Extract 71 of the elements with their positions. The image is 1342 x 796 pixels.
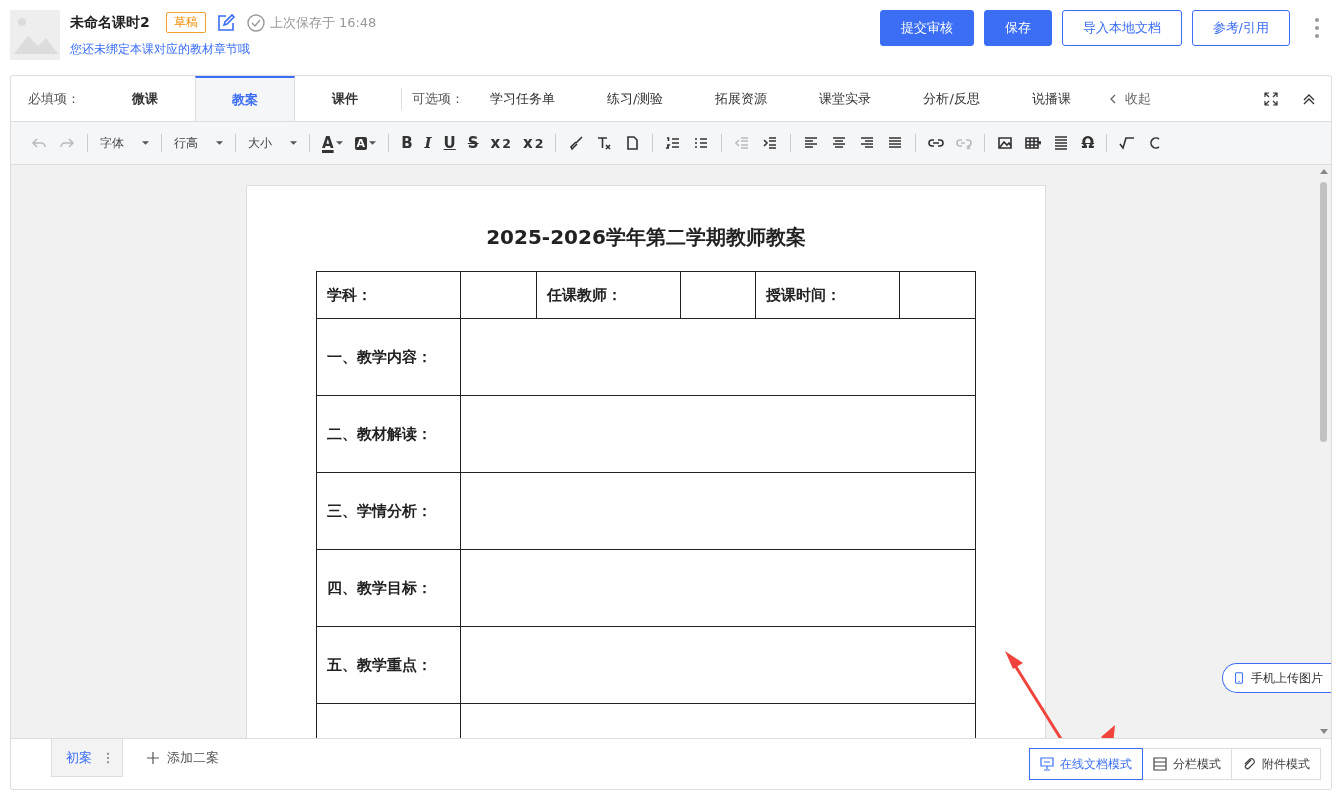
scroll-up-icon[interactable] (1319, 169, 1328, 174)
collapse-button[interactable]: 收起 (1100, 76, 1157, 121)
phone-icon (1233, 672, 1245, 684)
table-cell: 五、教学重点： (316, 626, 461, 704)
lesson-title: 未命名课时2 (70, 13, 150, 32)
font-color-button[interactable]: A (316, 134, 349, 152)
paperclip-icon (1242, 757, 1256, 771)
format-button[interactable]: Ω (1075, 134, 1101, 152)
rows-icon (1153, 757, 1167, 771)
highlight-letter: A (354, 136, 368, 150)
table-cell: 学科： (316, 271, 461, 319)
table-cell: 任课教师： (536, 271, 681, 319)
thumbnail-image (10, 10, 60, 60)
document-title: 2025-2026学年第二学期教师教案 (486, 224, 806, 251)
toolbar-dropdown[interactable]: 大小 (242, 134, 303, 152)
table-cell: 三、学情分析： (316, 472, 461, 550)
status-badge: 草稿 (165, 12, 206, 33)
justify-icon[interactable] (887, 135, 904, 151)
upload-button[interactable]: 手机上传图片 (1222, 663, 1331, 693)
more-icon (106, 751, 110, 764)
header-button[interactable]: 保存 (983, 10, 1052, 46)
tab[interactable]: 教案 (195, 76, 295, 121)
mode-button[interactable]: 附件模式 (1231, 748, 1321, 780)
mode-button[interactable]: 在线文档模式 (1029, 748, 1143, 780)
align-left-icon[interactable] (803, 135, 820, 151)
chapter-link[interactable]: 您还未绑定本课对应的教材章节哦 (70, 41, 377, 58)
format-button[interactable]: B (395, 134, 419, 152)
scroll-down-icon[interactable] (1319, 729, 1328, 734)
plus-icon (147, 752, 159, 764)
caret-icon (335, 141, 343, 145)
indent-icon[interactable] (762, 135, 779, 151)
edit-icon[interactable] (215, 12, 236, 33)
add-plan-button[interactable]: 添加二案 (123, 739, 219, 789)
table-icon[interactable] (1025, 135, 1042, 151)
format-button[interactable]: U (437, 134, 462, 152)
image-icon[interactable] (997, 135, 1014, 151)
page-icon[interactable] (624, 135, 641, 151)
optional-label: 可选项： (412, 89, 464, 108)
table-cell: 授课时间： (755, 271, 900, 319)
plan-tab[interactable]: 初案 (51, 739, 123, 777)
more-icon[interactable] (1314, 17, 1320, 39)
caret-icon (369, 141, 377, 145)
caret-icon (290, 141, 297, 145)
header-button[interactable]: 参考/引用 (1191, 10, 1290, 46)
square-root-icon[interactable] (1119, 135, 1136, 151)
ordered-list-icon[interactable] (665, 135, 682, 151)
caret-icon (142, 141, 149, 145)
brush-icon[interactable] (568, 135, 585, 151)
save-time: 上次保存于 16:48 (269, 13, 377, 32)
table-cell: 二、教材解读： (316, 395, 461, 473)
header-button[interactable]: 导入本地文档 (1061, 10, 1182, 46)
toolbar-dropdown[interactable]: 字体 (94, 134, 155, 152)
align-center-icon[interactable] (831, 135, 848, 151)
monitor-icon (1040, 757, 1054, 771)
required-label: 必填项： (28, 89, 80, 108)
horizontal-rule-icon[interactable] (1053, 135, 1070, 151)
toolbar-dropdown[interactable]: 行高 (168, 134, 229, 152)
format-button[interactable]: S (461, 134, 485, 152)
fullscreen-icon[interactable] (1263, 90, 1279, 107)
highlight-color-button[interactable]: A (348, 136, 383, 150)
align-right-icon[interactable] (859, 135, 876, 151)
caret-icon (216, 141, 223, 145)
table-cell: 四、教学目标： (316, 549, 461, 627)
table-cell: 一、教学内容： (316, 318, 461, 396)
format-button[interactable]: I (418, 134, 438, 152)
bullet-list-icon[interactable] (693, 135, 710, 151)
mode-button[interactable]: 分栏模式 (1142, 748, 1232, 780)
scrollbar-thumb[interactable] (1320, 182, 1327, 442)
header-button[interactable]: 提交审核 (879, 10, 974, 46)
check-circle-icon (245, 12, 266, 33)
clear-format-icon[interactable] (596, 135, 613, 151)
